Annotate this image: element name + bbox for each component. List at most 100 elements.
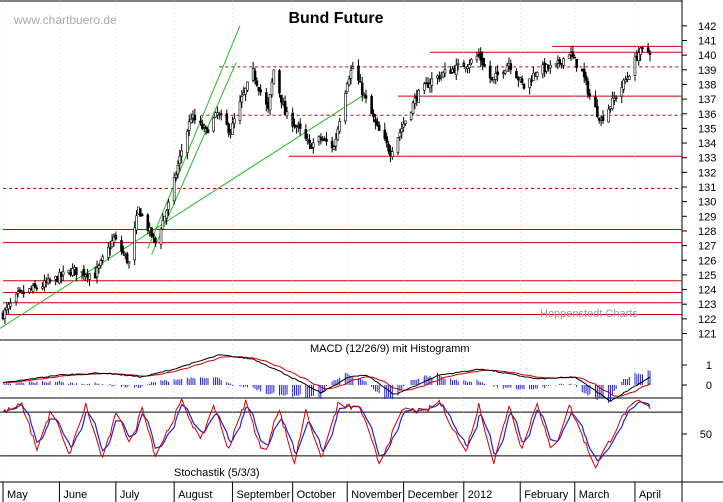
candle-body-178 xyxy=(468,64,471,69)
month-label-11: April xyxy=(639,489,661,501)
month-label-9: February xyxy=(524,489,569,501)
candle-body-219 xyxy=(575,58,578,68)
candle-body-150 xyxy=(396,137,400,153)
candle-body-96 xyxy=(253,70,257,81)
candle-body-106 xyxy=(280,94,283,103)
candle-body-41 xyxy=(108,247,112,250)
candle-body-29 xyxy=(75,267,78,275)
candle-body-189 xyxy=(496,71,499,76)
candle-body-68 xyxy=(178,155,182,164)
candle-body-117 xyxy=(308,139,311,144)
candle-body-24 xyxy=(61,271,65,276)
candle-body-230 xyxy=(607,108,610,123)
watermark: www.chartbuero.de xyxy=(13,13,117,27)
candle-body-60 xyxy=(159,228,163,245)
candle-body-135 xyxy=(357,65,360,81)
candle-body-4 xyxy=(9,302,12,307)
candle-body-39 xyxy=(101,256,104,261)
candle-body-58 xyxy=(152,233,155,237)
candle-body-84 xyxy=(219,113,223,116)
price-tick-label-9: 130 xyxy=(698,197,716,209)
candle-body-36 xyxy=(95,267,99,277)
candle-body-185 xyxy=(488,65,492,79)
chart-title: Bund Future xyxy=(288,10,383,27)
candle-body-144 xyxy=(377,124,381,131)
candle-body-147 xyxy=(387,143,390,152)
candle-body-132 xyxy=(347,78,351,86)
candle-body-63 xyxy=(165,210,168,219)
month-label-0: May xyxy=(7,489,28,501)
candle-body-149 xyxy=(391,151,394,157)
candle-body-97 xyxy=(255,80,259,86)
candle-body-179 xyxy=(470,59,473,64)
credit-label: Hoppenstedt Charts xyxy=(540,308,638,320)
candle-body-200 xyxy=(528,78,531,88)
price-tick-label-10: 131 xyxy=(698,182,716,194)
candle-body-112 xyxy=(295,126,298,128)
candle-body-79 xyxy=(206,129,210,134)
candle-body-226 xyxy=(596,106,599,117)
price-tick-label-20: 141 xyxy=(698,36,716,48)
candle-body-34 xyxy=(88,273,91,280)
candle-body-70 xyxy=(186,131,189,154)
candle-body-183 xyxy=(481,57,484,66)
candle-body-64 xyxy=(167,201,170,210)
candle-body-222 xyxy=(584,75,588,81)
candle-body-151 xyxy=(398,132,402,138)
candle-body-115 xyxy=(304,129,308,139)
candle-body-124 xyxy=(325,138,328,142)
macd-title: MACD (12/26/9) mit Histogramm xyxy=(310,343,470,355)
month-label-5: October xyxy=(297,489,336,501)
candle-body-5 xyxy=(14,293,18,303)
candle-body-126 xyxy=(332,146,336,150)
candle-body-239 xyxy=(628,76,631,80)
candle-body-146 xyxy=(385,136,388,144)
price-tick-label-15: 136 xyxy=(698,109,716,121)
candle-body-67 xyxy=(176,164,180,175)
candle-body-51 xyxy=(135,215,138,231)
candle-body-111 xyxy=(293,124,296,127)
candle-body-180 xyxy=(475,55,479,61)
stoch-tick-label-0: 50 xyxy=(700,429,712,441)
price-tick-label-3: 124 xyxy=(698,285,716,297)
candle-body-174 xyxy=(456,63,460,66)
candle-body-164 xyxy=(430,78,434,86)
price-tick-label-14: 135 xyxy=(698,123,716,135)
candle-body-218 xyxy=(573,56,577,59)
candle-body-229 xyxy=(601,116,605,122)
candle-body-74 xyxy=(193,114,197,121)
month-label-3: August xyxy=(178,489,212,501)
candle-body-154 xyxy=(404,120,407,125)
month-label-7: December xyxy=(408,489,459,501)
candle-body-136 xyxy=(359,81,362,83)
candle-body-44 xyxy=(114,234,118,240)
candle-body-137 xyxy=(360,82,364,96)
candle-body-209 xyxy=(549,64,552,69)
candle-body-75 xyxy=(199,120,202,123)
price-tick-label-6: 127 xyxy=(698,241,716,253)
candle-body-80 xyxy=(212,117,215,132)
candle-body-48 xyxy=(125,253,129,263)
month-label-6: November xyxy=(351,489,402,501)
candle-body-160 xyxy=(423,83,426,91)
candle-body-54 xyxy=(140,214,144,216)
candle-body-121 xyxy=(319,136,323,140)
candle-body-130 xyxy=(344,92,347,122)
candle-body-244 xyxy=(641,47,644,50)
price-tick-label-5: 126 xyxy=(698,255,716,267)
macd-tick-label-0: 0 xyxy=(706,380,712,392)
candle-body-105 xyxy=(278,70,281,94)
candle-body-212 xyxy=(558,59,562,64)
candle-body-199 xyxy=(522,83,526,89)
candle-body-90 xyxy=(238,101,242,121)
stochastic-title: Stochastik (5/3/3) xyxy=(174,467,260,479)
month-label-2: July xyxy=(120,489,140,501)
candle-body-31 xyxy=(82,268,86,276)
candle-body-198 xyxy=(520,78,524,83)
candle-body-109 xyxy=(285,111,289,117)
price-tick-label-7: 128 xyxy=(698,226,716,238)
candle-body-127 xyxy=(334,138,338,147)
candle-body-1 xyxy=(3,309,7,320)
candle-body-46 xyxy=(122,250,125,254)
candle-body-6 xyxy=(16,291,20,294)
